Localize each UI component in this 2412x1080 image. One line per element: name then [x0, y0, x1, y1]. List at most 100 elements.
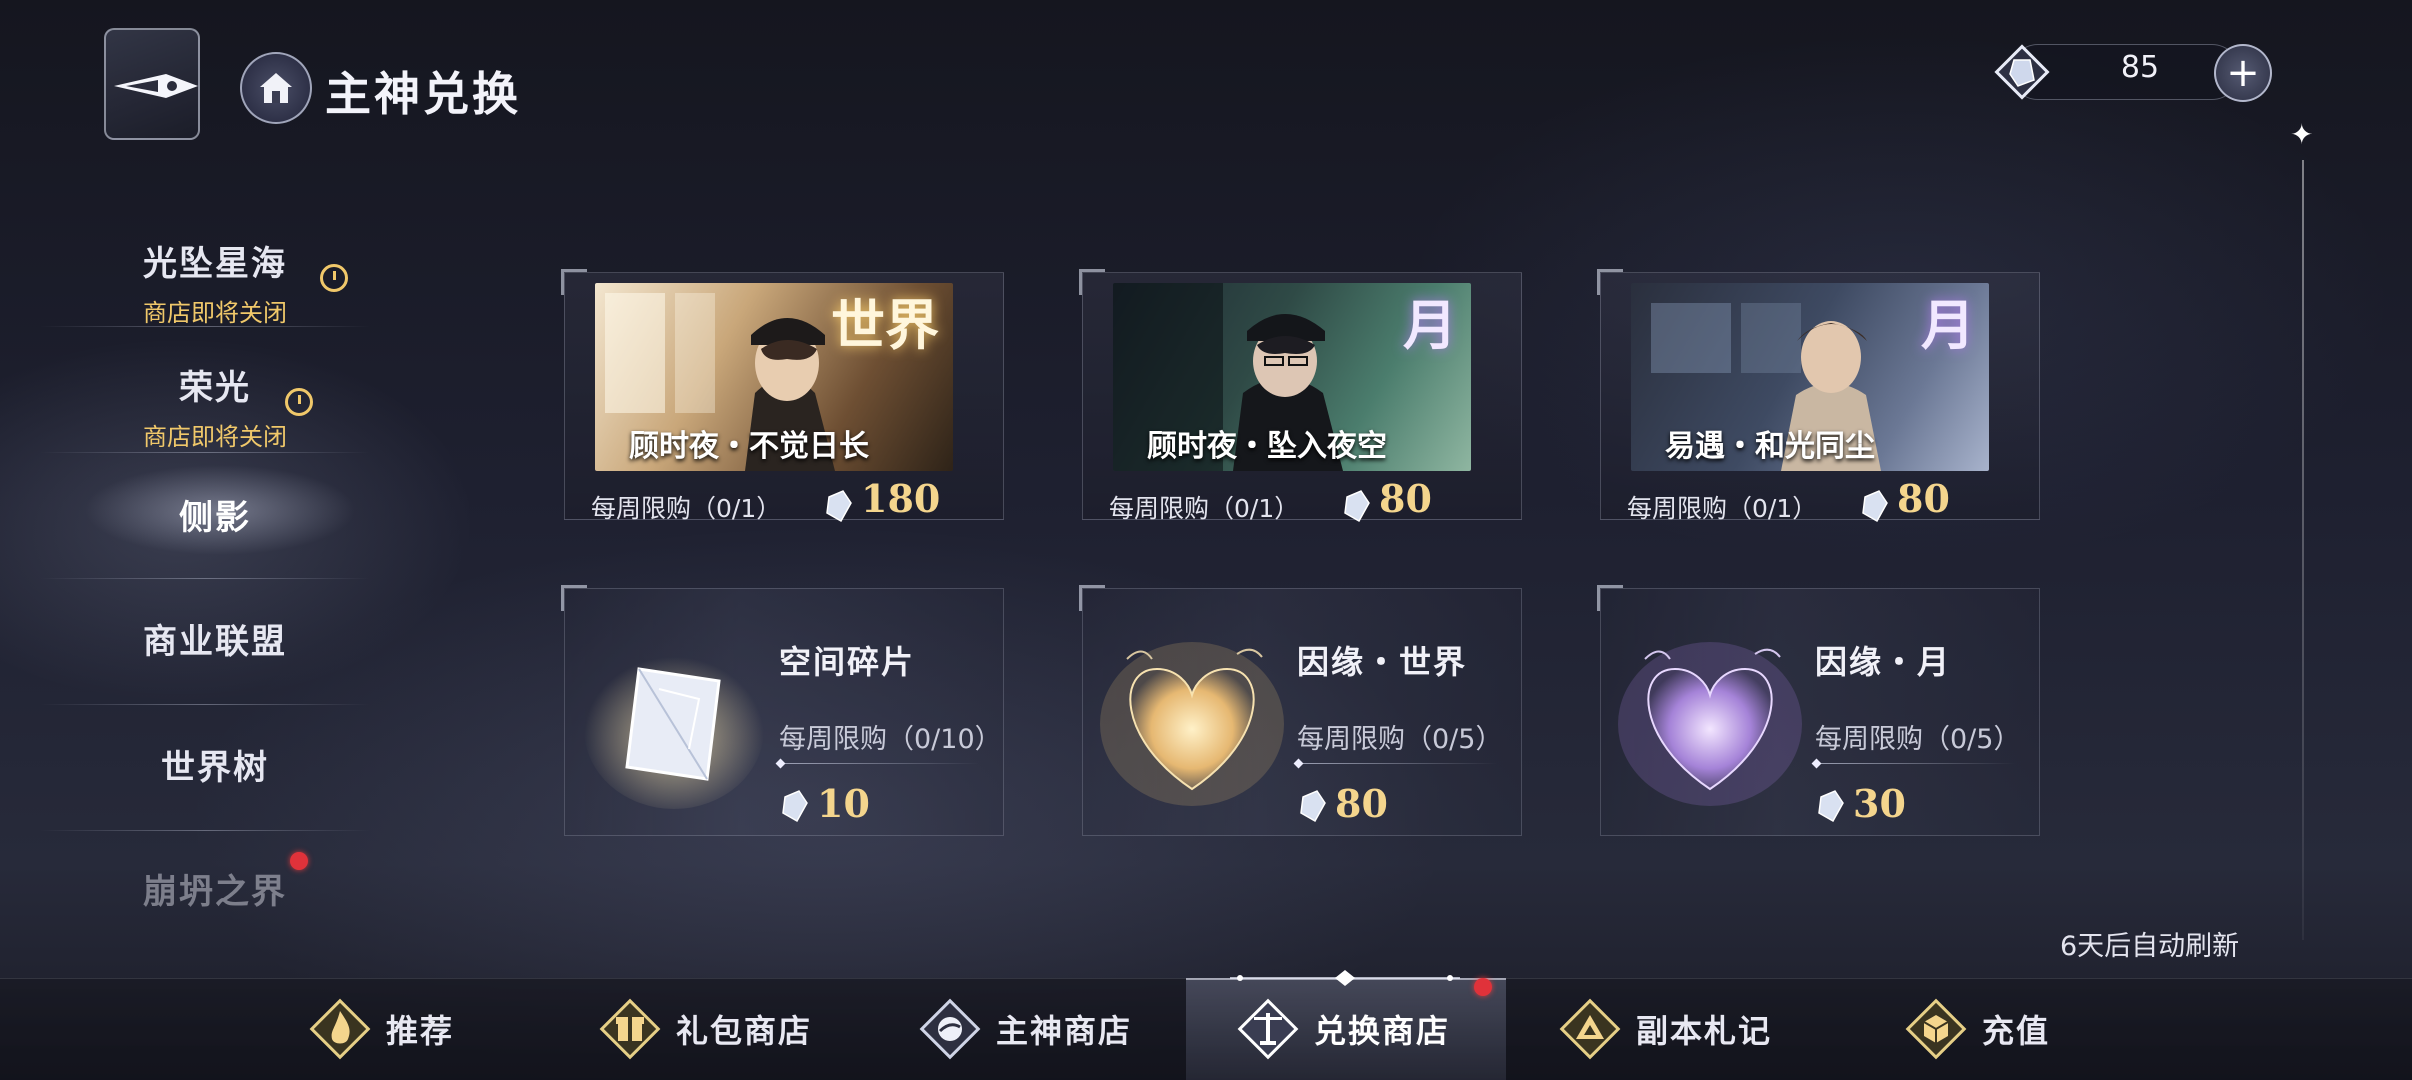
nav-tab-recharge[interactable]: 充值	[1904, 978, 2050, 1080]
sidebar-item-status: 商店即将关闭	[143, 299, 287, 327]
flame-icon	[309, 998, 371, 1060]
purchase-limit: 每周限购（0/1）	[1627, 494, 1818, 523]
purchase-limit: 每周限购（0/10）	[779, 724, 1002, 755]
divider	[40, 830, 370, 831]
gift-icon	[599, 998, 661, 1060]
notification-badge	[290, 852, 308, 870]
divider	[1815, 763, 2015, 764]
nav-tab-label: 副本札记	[1636, 1012, 1773, 1050]
card-art: 顾时夜・不觉日长 世界	[595, 283, 953, 471]
nav-tab-label: 兑换商店	[1314, 1012, 1451, 1050]
card-type-tag: 月	[1921, 293, 1975, 357]
divider	[779, 763, 979, 764]
shop-item-yinyuan-yue[interactable]: 因缘・月 每周限购（0/5） 30	[1597, 585, 2040, 836]
shop-item-yinyuan-shijie[interactable]: 因缘・世界 每周限购（0/5） 80	[1079, 585, 1522, 836]
card-corner	[561, 269, 587, 295]
sidebar-item-label: 崩坍之界	[143, 872, 287, 912]
card-corner	[1079, 585, 1105, 611]
sidebar-item-rongguang[interactable]: 荣光 商店即将关闭	[20, 360, 410, 482]
sidebar-item-ceying[interactable]: 侧影	[20, 490, 410, 612]
sidebar-item-guangzhuixinghai[interactable]: 光坠星海 商店即将关闭	[20, 236, 410, 358]
purchase-limit: 每周限购（0/5）	[1815, 724, 2021, 755]
add-currency-button[interactable]: +	[2214, 44, 2272, 102]
sidebar-item-label: 侧影	[179, 498, 251, 538]
sidebar-item-label: 商业联盟	[143, 622, 287, 662]
page-title: 主神兑换	[325, 67, 521, 121]
card-price: 180	[861, 476, 941, 521]
divider	[40, 326, 370, 327]
app-emblem[interactable]	[104, 28, 200, 140]
sidebar-item-shangyelianmeng[interactable]: 商业联盟	[20, 614, 410, 736]
diamond-currency-icon	[1994, 44, 2050, 100]
card-art: 易遇・和光同尘 月	[1631, 283, 1989, 471]
sidebar-item-label: 荣光	[179, 368, 251, 408]
nav-tab-label: 主神商店	[996, 1012, 1133, 1050]
card-art: 顾时夜・坠入夜空 月	[1113, 283, 1471, 471]
crystal-shard-icon	[584, 649, 764, 809]
gold-heart-icon	[1100, 642, 1284, 806]
nav-tab-label: 充值	[1982, 1012, 2051, 1050]
triangle-icon	[1559, 998, 1621, 1060]
item-price: 80	[1335, 781, 1388, 826]
sidebar-item-bengtanzhijie[interactable]: 崩坍之界	[20, 864, 410, 986]
shop-card-gushiye-zhuiruyekong[interactable]: 顾时夜・坠入夜空 月 每周限购（0/1） 80	[1079, 269, 1522, 523]
diamond-icon	[826, 490, 852, 523]
nav-tab-gift-shop[interactable]: 礼包商店	[598, 978, 812, 1080]
diamond-icon	[1862, 490, 1888, 523]
card-type-tag: 月	[1403, 293, 1457, 357]
sparkle-icon: ✦	[2290, 118, 2314, 151]
decorative-line	[2302, 160, 2304, 940]
item-name: 空间碎片	[779, 643, 916, 681]
sidebar-item-label: 光坠星海	[143, 244, 287, 284]
shop-item-kongjiansuipian[interactable]: 空间碎片 每周限购（0/10） 10	[561, 585, 1004, 836]
purchase-limit: 每周限购（0/5）	[1297, 724, 1503, 755]
sidebar-item-status: 商店即将关闭	[143, 423, 287, 451]
diamond-icon	[1300, 790, 1326, 823]
diamond-icon	[1818, 790, 1844, 823]
purchase-limit: 每周限购（0/1）	[1109, 494, 1300, 523]
sidebar-item-label: 世界树	[161, 748, 269, 788]
item-price: 10	[817, 781, 870, 826]
shop-card-yiyu-heguangtongchen[interactable]: 易遇・和光同尘 月 每周限购（0/1） 80	[1597, 269, 2040, 523]
nav-tab-recommend[interactable]: 推荐	[308, 978, 454, 1080]
refresh-timer: 6天后自动刷新	[2060, 931, 2240, 962]
card-title: 顾时夜・坠入夜空	[1147, 429, 1387, 464]
orb-icon	[919, 998, 981, 1060]
item-price: 30	[1853, 781, 1906, 826]
purchase-limit: 每周限购（0/1）	[591, 494, 782, 523]
sidebar-item-shijieshu[interactable]: 世界树	[20, 740, 410, 862]
clock-icon	[320, 264, 348, 292]
card-type-tag: 世界	[831, 293, 939, 357]
divider	[40, 578, 370, 579]
card-corner	[561, 585, 587, 611]
shop-card-gushiye-bujueriChang[interactable]: 顾时夜・不觉日长 世界 每周限购（0/1） 180	[561, 269, 1004, 523]
card-corner	[1079, 269, 1105, 295]
card-title: 易遇・和光同尘	[1665, 429, 1875, 464]
nav-tab-label: 礼包商店	[676, 1012, 813, 1050]
currency-amount: 85	[2120, 50, 2160, 85]
card-price: 80	[1897, 476, 1950, 521]
divider	[40, 704, 370, 705]
divider	[1297, 763, 1497, 764]
card-title: 顾时夜・不觉日长	[629, 429, 869, 464]
nav-tab-main-shop[interactable]: 主神商店	[918, 978, 1132, 1080]
notification-badge	[1474, 978, 1492, 996]
home-button[interactable]	[240, 52, 312, 124]
home-icon	[260, 73, 292, 103]
diamond-icon	[782, 790, 808, 823]
item-name: 因缘・月	[1815, 643, 1952, 681]
back-emblem-icon	[114, 74, 198, 98]
clock-icon	[285, 388, 313, 416]
scale-icon	[1237, 998, 1299, 1060]
purple-heart-icon	[1618, 642, 1802, 806]
nav-tab-dungeon-notes[interactable]: 副本札记	[1558, 978, 1772, 1080]
card-corner	[1597, 269, 1623, 295]
nav-tab-exchange-shop[interactable]: 兑换商店	[1236, 978, 1450, 1080]
card-corner	[1597, 585, 1623, 611]
diamond-icon	[1344, 490, 1370, 523]
cube-icon	[1905, 998, 1967, 1060]
nav-tab-label: 推荐	[386, 1012, 455, 1050]
item-name: 因缘・世界	[1297, 643, 1468, 681]
card-price: 80	[1379, 476, 1432, 521]
divider	[40, 452, 370, 453]
